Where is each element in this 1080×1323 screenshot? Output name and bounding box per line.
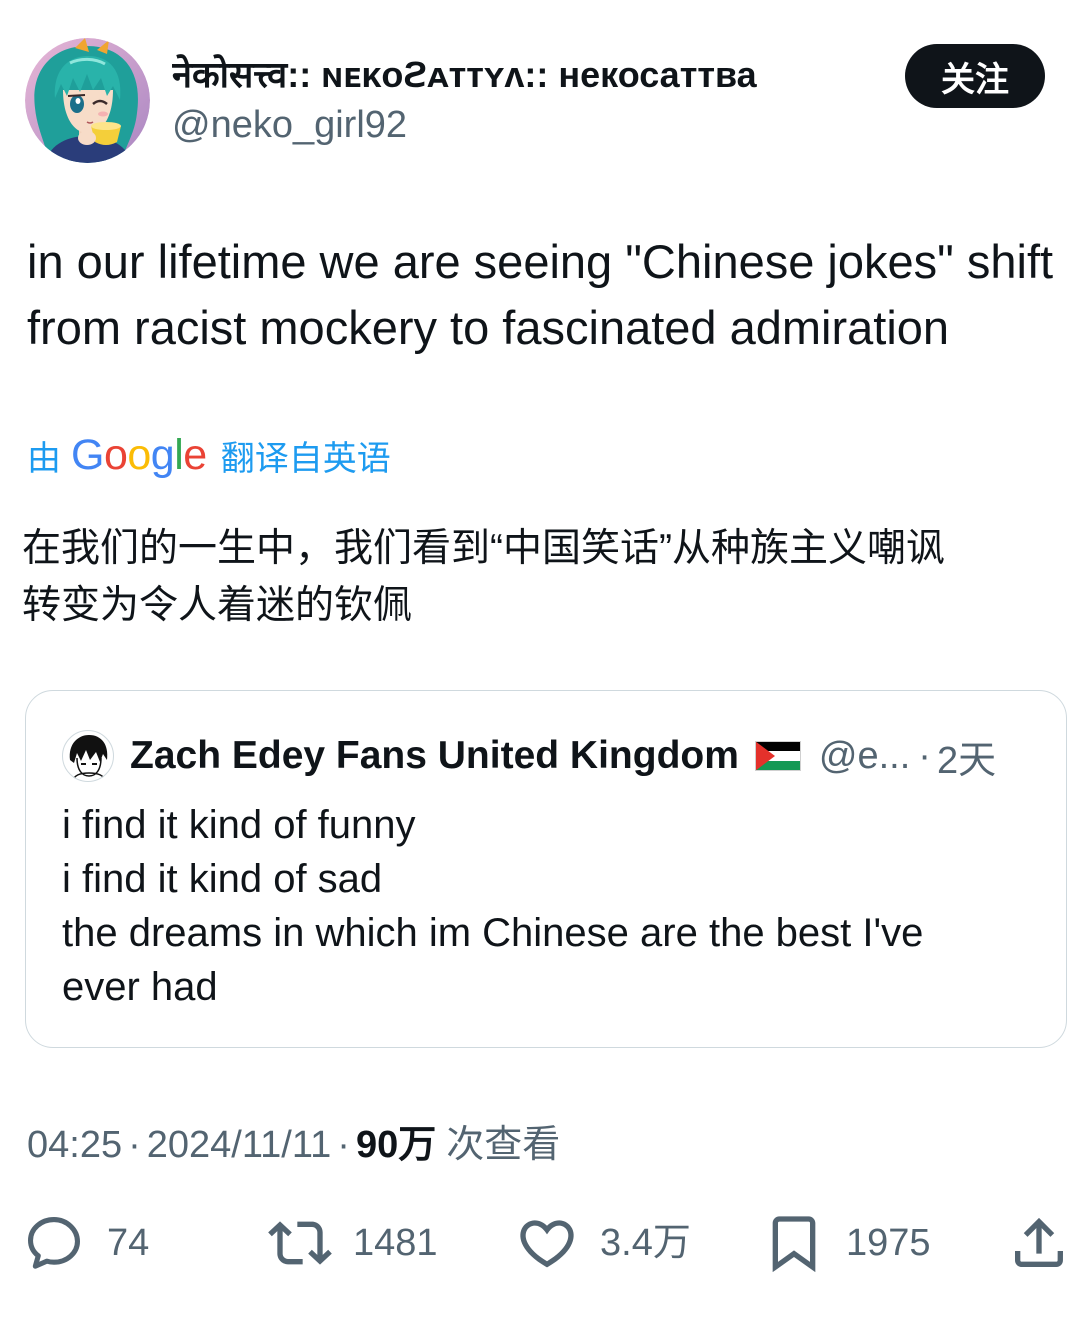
follow-button[interactable]: 关注: [905, 44, 1045, 108]
share-button[interactable]: [1007, 1211, 1071, 1275]
tweet-text: in our lifetime we are seeing "Chinese j…: [27, 235, 1054, 354]
bookmark-count: 1975: [846, 1222, 931, 1264]
separator-dot: ·: [918, 734, 931, 777]
translation-prefix: 由: [27, 439, 61, 478]
quoted-author-name: Zach Edey Fans United Kingdom: [130, 734, 739, 777]
retweet-count: 1481: [353, 1222, 438, 1264]
heart-icon: [520, 1220, 574, 1268]
google-logo-letter: g: [150, 430, 175, 479]
retweet-button[interactable]: [268, 1211, 332, 1275]
translated-text: 在我们的一生中，我们看到“中国笑话”从种族主义嘲讽 转变为令人着迷的钦佩: [22, 527, 945, 627]
translation-suffix: 翻译自英语: [220, 439, 391, 478]
separator-dot: ·: [128, 1124, 141, 1166]
translation-attribution: 由 Google 翻译自英语: [27, 431, 391, 480]
retweet-icon: [268, 1221, 332, 1265]
google-logo: Google: [71, 431, 207, 480]
quoted-tweet-text: i find it kind of funny i find it kind o…: [62, 803, 924, 1009]
google-logo-letter: o: [103, 430, 128, 479]
author-avatar[interactable]: [25, 38, 150, 163]
palestine-flag-icon: [754, 741, 801, 771]
anime-avatar-icon: [25, 38, 150, 163]
reply-button[interactable]: [22, 1211, 86, 1275]
google-logo-letter: l: [174, 430, 184, 479]
views-count: 90万: [355, 1124, 437, 1166]
share-icon: [1015, 1217, 1063, 1267]
separator-dot: ·: [337, 1124, 350, 1166]
author-handle[interactable]: @neko_girl92: [172, 101, 407, 149]
google-logo-letter: e: [183, 430, 207, 479]
bookmark-button[interactable]: [762, 1211, 826, 1275]
quoted-tweet-time: 2天: [936, 739, 997, 782]
quoted-author-handle: @e...: [818, 734, 911, 777]
like-button[interactable]: [515, 1211, 579, 1275]
like-count: 3.4万: [600, 1222, 691, 1264]
reply-count: 74: [107, 1222, 150, 1264]
anime-avatar-icon: [62, 730, 114, 782]
author-display-name[interactable]: नेकोसत्त्व:: ɴᴇᴋᴏϩᴀᴛᴛʏᴧ:: некосаттва: [172, 52, 757, 98]
tweet-meta: 04:25 · 2024/11/11 · 90万 次查看: [27, 1122, 560, 1168]
tweet-time[interactable]: 04:25: [27, 1124, 122, 1166]
reply-icon: [28, 1217, 80, 1269]
quoted-tweet-card[interactable]: Zach Edey Fans United Kingdom @e... · 2天…: [25, 690, 1067, 1048]
google-logo-letter: o: [127, 430, 151, 479]
tweet-date[interactable]: 2024/11/11: [147, 1124, 332, 1166]
quoted-tweet-header: Zach Edey Fans United Kingdom @e... · 2天: [62, 730, 1022, 782]
quoted-author-avatar: [62, 730, 114, 782]
tweet-detail-page: नेकोसत्त्व:: ɴᴇᴋᴏϩᴀᴛᴛʏᴧ:: некосаттва @ne…: [0, 0, 1080, 1323]
google-logo-letter: G: [71, 430, 104, 479]
bookmark-icon: [772, 1216, 816, 1273]
views-label: 次查看: [446, 1124, 561, 1166]
